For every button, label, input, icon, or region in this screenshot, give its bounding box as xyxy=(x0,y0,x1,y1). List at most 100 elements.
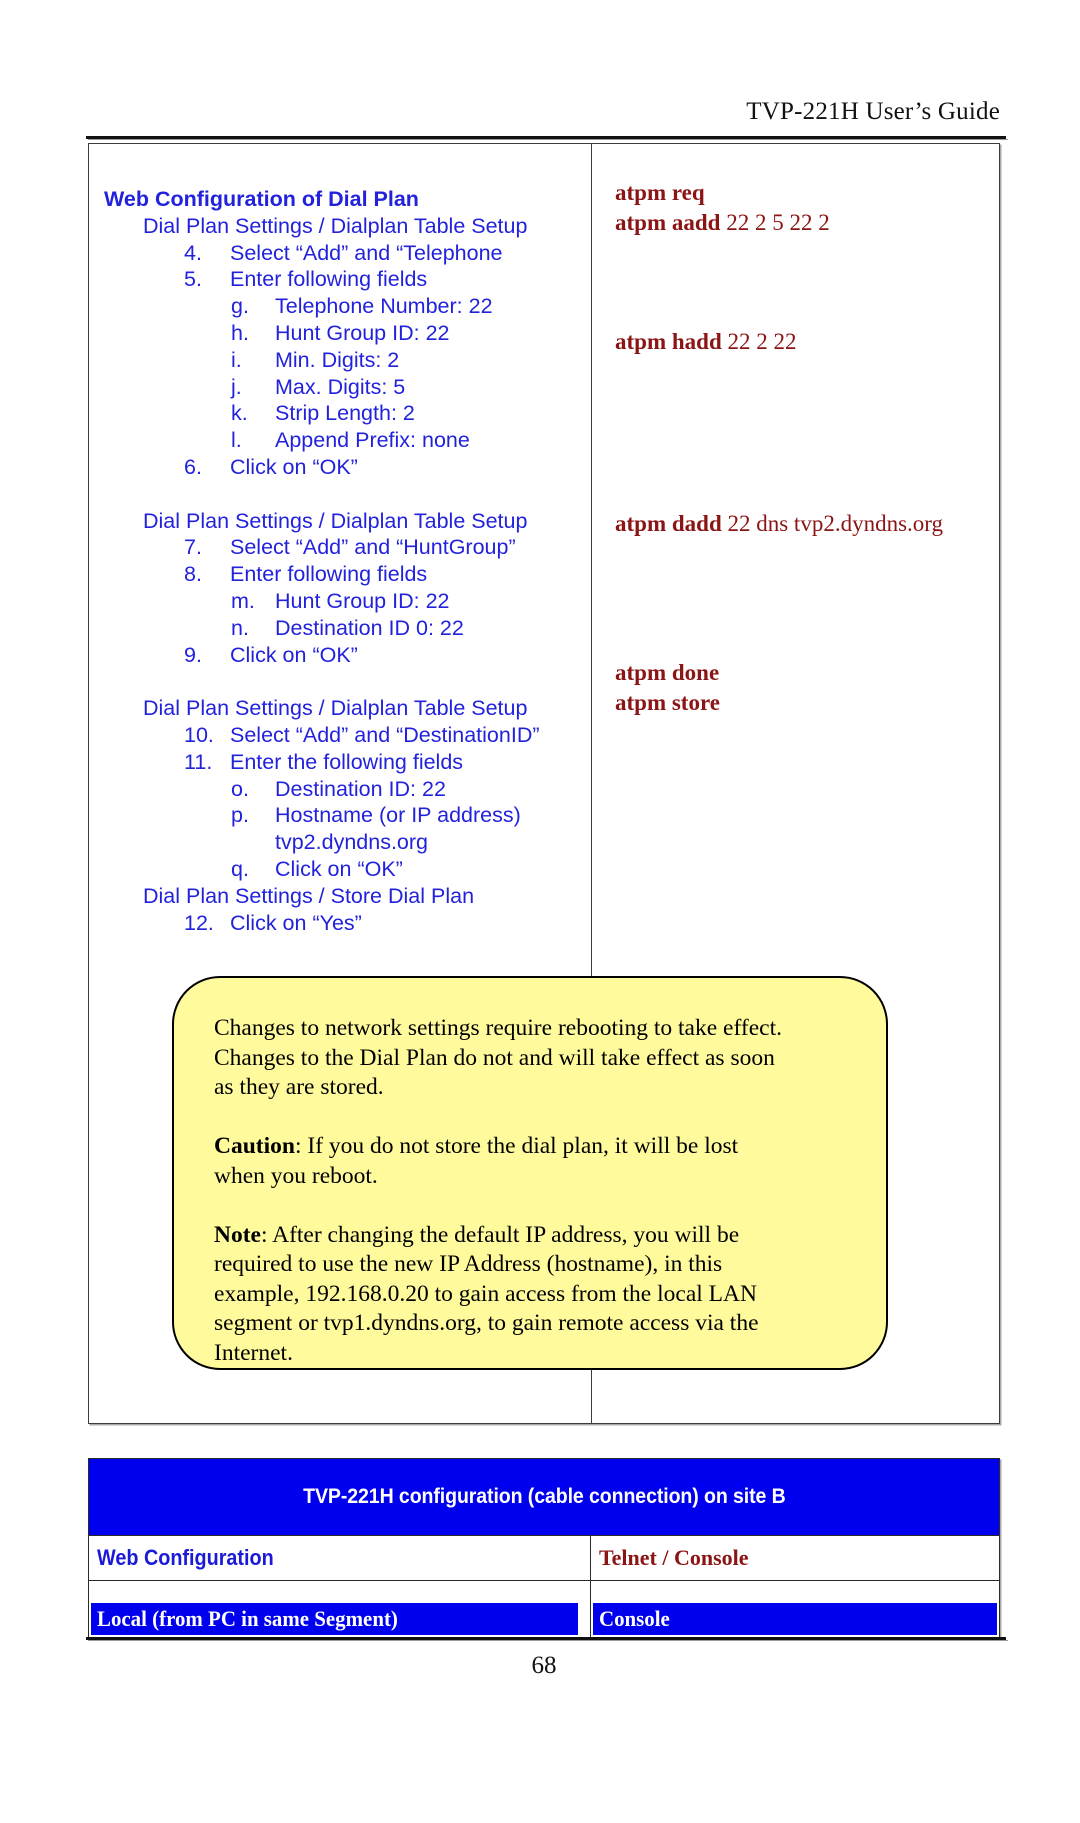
command-line: atpm dadd 22 dns tvp2.dyndns.org xyxy=(615,509,1001,539)
list-marker: 9. xyxy=(184,642,202,667)
page-header-title: TVP-221H User’s Guide xyxy=(746,98,1000,125)
list-item-continuation: tvp2.dyndns.org xyxy=(89,829,591,856)
list-item: Dial Plan Settings / Dialplan Table Setu… xyxy=(89,695,591,722)
configuration-summary-table: TVP-221H configuration (cable connection… xyxy=(88,1458,1000,1639)
list-text: Enter following fields xyxy=(230,562,428,587)
list-item: h. Hunt Group ID: 22 xyxy=(89,320,591,347)
list-marker: 4. xyxy=(184,240,202,265)
note-label: Note xyxy=(214,1221,261,1248)
command-name: atpm store xyxy=(615,690,720,715)
list-text: Dial Plan Settings / Dialplan Table Setu… xyxy=(143,213,528,238)
list-marker: 6. xyxy=(184,454,202,479)
list-item: q. Click on “OK” xyxy=(89,856,591,883)
list-marker: q. xyxy=(231,856,249,881)
command-line: atpm req xyxy=(615,178,1001,208)
callout-line: Changes to network settings require rebo… xyxy=(214,1015,782,1041)
list-item: 12. Click on “Yes” xyxy=(89,910,591,937)
list-text: Dial Plan Settings / Dialplan Table Setu… xyxy=(143,508,528,533)
command-name: atpm aadd xyxy=(615,210,721,235)
list-item: i. Min. Digits: 2 xyxy=(89,347,591,374)
list-marker: g. xyxy=(231,294,249,319)
list-marker: 7. xyxy=(184,535,202,560)
caution-line: Caution: If you do not store the dial pl… xyxy=(214,1132,856,1162)
list-item: k. Strip Length: 2 xyxy=(89,400,591,427)
command-name: atpm dadd xyxy=(615,511,722,536)
table-cell: Local (from PC in same Segment) xyxy=(89,1581,591,1638)
callout-line: when you reboot. xyxy=(214,1162,378,1189)
table-row: Web Configuration Telnet / Console xyxy=(89,1535,999,1580)
list-item: 7. Select “Add” and “HuntGroup” xyxy=(89,534,591,561)
list-item: m. Hunt Group ID: 22 xyxy=(89,588,591,615)
list-marker: l. xyxy=(231,428,242,453)
list-marker: 10. xyxy=(184,722,214,747)
list-text: Destination ID: 22 xyxy=(275,776,446,801)
caution-label: Caution xyxy=(214,1133,295,1159)
table-cell: Console xyxy=(591,1581,999,1638)
list-item: p. Hostname (or IP address) xyxy=(89,802,591,829)
list-text: Strip Length: 2 xyxy=(275,401,415,426)
command-line: atpm hadd 22 2 22 xyxy=(615,327,1001,357)
list-text: Select “Add” and “Telephone xyxy=(230,240,503,265)
list-text: Hostname (or IP address) xyxy=(275,803,521,828)
list-text: Telephone Number: 22 xyxy=(275,294,493,319)
list-text: Hunt Group ID: 22 xyxy=(275,588,450,613)
document-page: TVP-221H User’s Guide Web Configuration … xyxy=(0,0,1080,1823)
list-item: 4. Select “Add” and “Telephone xyxy=(89,240,591,267)
web-configuration-header: Web Configuration xyxy=(97,1545,274,1570)
command-args: 22 2 5 22 2 xyxy=(720,210,830,235)
list-marker: i. xyxy=(231,347,242,372)
callout-text: : If you do not store the dial plan, it … xyxy=(294,1133,739,1159)
list-text: Select “Add” and “DestinationID” xyxy=(230,722,540,747)
highlight-band: Console xyxy=(593,1603,997,1635)
list-item: g. Telephone Number: 22 xyxy=(89,293,591,320)
list-item: j. Max. Digits: 5 xyxy=(89,374,591,401)
list-item: Dial Plan Settings / Dialplan Table Setu… xyxy=(89,508,591,535)
list-item: n. Destination ID 0: 22 xyxy=(89,615,591,642)
list-marker: h. xyxy=(231,320,249,345)
list-marker: o. xyxy=(231,776,249,801)
list-text: Max. Digits: 5 xyxy=(275,374,406,399)
list-item: Dial Plan Settings / Store Dial Plan xyxy=(89,883,591,910)
list-text: Min. Digits: 2 xyxy=(275,347,400,372)
list-item: l. Append Prefix: none xyxy=(89,427,591,454)
local-access-label: Local (from PC in same Segment) xyxy=(97,1606,398,1631)
list-text: Select “Add” and “HuntGroup” xyxy=(230,535,516,560)
list-item: 10. Select “Add” and “DestinationID” xyxy=(89,722,591,749)
callout-line: as they are stored. xyxy=(214,1074,384,1100)
callout-line: Changes to the Dial Plan do not and will… xyxy=(214,1044,775,1071)
callout-line: example, 192.168.0.20 to gain access fro… xyxy=(214,1280,757,1307)
table-cell: Web Configuration xyxy=(89,1536,591,1580)
footer-rule xyxy=(86,1637,1008,1641)
list-marker: 11. xyxy=(184,749,213,774)
command-line: atpm done xyxy=(615,658,1001,688)
command-name: atpm req xyxy=(615,180,705,205)
list-marker: j. xyxy=(231,374,242,399)
note-callout-box: Changes to network settings require rebo… xyxy=(172,976,888,1370)
list-text: Click on “OK” xyxy=(275,856,403,881)
header-rule xyxy=(86,136,1008,140)
telnet-console-header: Telnet / Console xyxy=(599,1545,749,1570)
callout-line: Internet. xyxy=(214,1339,293,1366)
list-item: 11. Enter the following fields xyxy=(89,749,591,776)
table-cell: Telnet / Console xyxy=(591,1536,999,1580)
note-line: Note: After changing the default IP addr… xyxy=(214,1221,856,1251)
list-text: Append Prefix: none xyxy=(275,428,470,453)
callout-text: : After changing the default IP address,… xyxy=(260,1221,740,1248)
list-item: 5. Enter following fields xyxy=(89,266,591,293)
list-text: Enter the following fields xyxy=(230,749,464,774)
list-text: tvp2.dyndns.org xyxy=(275,830,428,855)
section-heading: Web Configuration of Dial Plan xyxy=(104,187,419,211)
callout-line: segment or tvp1.dyndns.org, to gain remo… xyxy=(214,1310,759,1336)
list-text: Dial Plan Settings / Dialplan Table Setu… xyxy=(143,696,528,721)
list-text: Click on “OK” xyxy=(230,454,358,479)
summary-table-title: TVP-221H configuration (cable connection… xyxy=(302,1485,786,1508)
list-text: Enter following fields xyxy=(230,267,428,292)
console-label: Console xyxy=(599,1606,670,1631)
list-text: Hunt Group ID: 22 xyxy=(275,320,450,345)
command-name: atpm hadd xyxy=(615,329,722,354)
list-text: Dial Plan Settings / Store Dial Plan xyxy=(143,883,475,908)
summary-table-title-bar: TVP-221H configuration (cable connection… xyxy=(89,1459,999,1535)
callout-line: required to use the new IP Address (host… xyxy=(214,1251,723,1277)
list-marker: p. xyxy=(231,803,249,828)
table-row: Local (from PC in same Segment) Console xyxy=(89,1580,999,1638)
